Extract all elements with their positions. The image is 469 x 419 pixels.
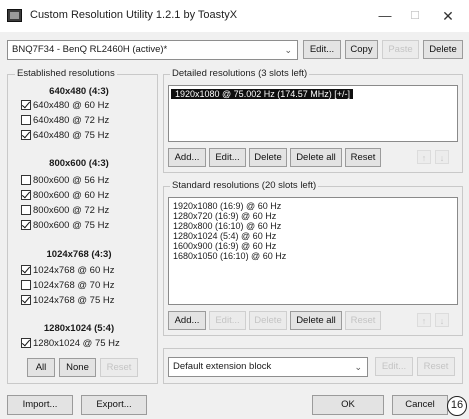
- list-item[interactable]: 1920x1080 @ 75.002 Hz (174.57 MHz) [+/-]: [171, 89, 353, 99]
- window-title: Custom Resolution Utility 1.2.1 by Toast…: [30, 9, 238, 21]
- cancel-button[interactable]: Cancel: [392, 395, 448, 415]
- checkbox-640x480-75[interactable]: 640x480 @ 75 Hz: [21, 129, 109, 141]
- list-item[interactable]: 1280x800 (16:10) @ 60 Hz: [169, 221, 457, 231]
- select-all-button[interactable]: All: [27, 358, 55, 377]
- checkbox-box[interactable]: [21, 190, 31, 200]
- checkbox-box[interactable]: [21, 280, 31, 290]
- close-button[interactable]: ✕: [437, 6, 459, 26]
- section-heading: 640x480 (4:3): [49, 86, 109, 97]
- standard-resolutions-list[interactable]: 1920x1080 (16:9) @ 60 Hz 1280x720 (16:9)…: [168, 197, 458, 305]
- checkbox-1024x768-70[interactable]: 1024x768 @ 70 Hz: [21, 279, 114, 291]
- standard-edit-button[interactable]: Edit...: [209, 311, 246, 330]
- detailed-delete-all-button[interactable]: Delete all: [290, 148, 342, 167]
- list-item[interactable]: 1680x1050 (16:10) @ 60 Hz: [169, 251, 457, 261]
- ok-button[interactable]: OK: [312, 395, 384, 415]
- maximize-button[interactable]: ☐: [404, 6, 426, 26]
- select-none-button[interactable]: None: [59, 358, 96, 377]
- checkbox-640x480-60[interactable]: 640x480 @ 60 Hz: [21, 99, 109, 111]
- checkbox-label: 1024x768 @ 60 Hz: [33, 264, 115, 276]
- checkbox-label: 1024x768 @ 75 Hz: [33, 294, 115, 306]
- copy-button[interactable]: Copy: [345, 40, 378, 59]
- detailed-resolutions-list[interactable]: 1920x1080 @ 75.002 Hz (174.57 MHz) [+/-]: [168, 85, 458, 142]
- standard-reset-button[interactable]: Reset: [345, 311, 381, 330]
- edit-monitor-button[interactable]: Edit...: [303, 40, 341, 59]
- standard-add-button[interactable]: Add...: [168, 311, 206, 330]
- section-heading: 1280x1024 (5:4): [43, 323, 115, 334]
- detailed-reset-button[interactable]: Reset: [345, 148, 381, 167]
- extension-block-value: Default extension block: [173, 361, 272, 372]
- section-heading: 1024x768 (4:3): [46, 249, 112, 260]
- import-button[interactable]: Import...: [7, 395, 73, 415]
- established-group-label: Established resolutions: [15, 68, 117, 79]
- checkbox-box[interactable]: [21, 265, 31, 275]
- checkbox-800x600-60[interactable]: 800x600 @ 60 Hz: [21, 189, 109, 201]
- delete-monitor-button[interactable]: Delete: [423, 40, 463, 59]
- checkbox-label: 640x480 @ 75 Hz: [33, 129, 110, 141]
- list-item[interactable]: 1600x900 (16:9) @ 60 Hz: [169, 241, 457, 251]
- detailed-add-button[interactable]: Add...: [168, 148, 206, 167]
- checkbox-label: 800x600 @ 60 Hz: [33, 189, 110, 201]
- arrow-up-icon[interactable]: ↑: [417, 313, 431, 327]
- checkbox-label: 1024x768 @ 70 Hz: [33, 279, 115, 291]
- extension-edit-button[interactable]: Edit...: [375, 357, 413, 376]
- list-item[interactable]: 1920x1080 (16:9) @ 60 Hz: [169, 201, 457, 211]
- checkbox-box[interactable]: [21, 115, 31, 125]
- checkbox-box[interactable]: [21, 220, 31, 230]
- detailed-delete-button[interactable]: Delete: [249, 148, 287, 167]
- checkbox-label: 1280x1024 @ 75 Hz: [33, 337, 120, 349]
- monitor-select-value: BNQ7F34 - BenQ RL2460H (active)*: [12, 44, 168, 55]
- figure-number-badge: 16: [447, 396, 467, 416]
- checkbox-800x600-72[interactable]: 800x600 @ 72 Hz: [21, 204, 109, 216]
- checkbox-label: 800x600 @ 72 Hz: [33, 204, 110, 216]
- extension-reset-button[interactable]: Reset: [417, 357, 455, 376]
- detailed-group-label: Detailed resolutions (3 slots left): [170, 68, 310, 79]
- checkbox-box[interactable]: [21, 100, 31, 110]
- detailed-edit-button[interactable]: Edit...: [209, 148, 246, 167]
- list-item[interactable]: 1280x720 (16:9) @ 60 Hz: [169, 211, 457, 221]
- chevron-down-icon: ⌄: [284, 45, 292, 55]
- list-item[interactable]: 1280x1024 (5:4) @ 60 Hz: [169, 231, 457, 241]
- export-button[interactable]: Export...: [81, 395, 147, 415]
- checkbox-800x600-56[interactable]: 800x600 @ 56 Hz: [21, 174, 109, 186]
- chevron-down-icon: ⌄: [354, 362, 362, 372]
- checkbox-1024x768-60[interactable]: 1024x768 @ 60 Hz: [21, 264, 114, 276]
- extension-block-select[interactable]: Default extension block ⌄: [168, 357, 368, 377]
- checkbox-box[interactable]: [21, 295, 31, 305]
- paste-button[interactable]: Paste: [382, 40, 419, 59]
- established-reset-button[interactable]: Reset: [100, 358, 138, 377]
- title-bar: Custom Resolution Utility 1.2.1 by Toast…: [0, 0, 469, 32]
- arrow-up-icon[interactable]: ↑: [417, 150, 431, 164]
- checkbox-1024x768-75[interactable]: 1024x768 @ 75 Hz: [21, 294, 114, 306]
- checkbox-box[interactable]: [21, 205, 31, 215]
- checkbox-label: 640x480 @ 60 Hz: [33, 99, 110, 111]
- checkbox-label: 640x480 @ 72 Hz: [33, 114, 110, 126]
- checkbox-label: 800x600 @ 75 Hz: [33, 219, 110, 231]
- standard-group-label: Standard resolutions (20 slots left): [170, 180, 319, 191]
- standard-delete-all-button[interactable]: Delete all: [290, 311, 342, 330]
- checkbox-box[interactable]: [21, 130, 31, 140]
- section-heading: 800x600 (4:3): [49, 158, 109, 169]
- checkbox-640x480-72[interactable]: 640x480 @ 72 Hz: [21, 114, 109, 126]
- arrow-down-icon[interactable]: ↓: [435, 150, 449, 164]
- monitor-select[interactable]: BNQ7F34 - BenQ RL2460H (active)* ⌄: [7, 40, 298, 60]
- minimize-button[interactable]: —: [374, 6, 396, 26]
- checkbox-box[interactable]: [21, 338, 31, 348]
- checkbox-box[interactable]: [21, 175, 31, 185]
- arrow-down-icon[interactable]: ↓: [435, 313, 449, 327]
- checkbox-800x600-75[interactable]: 800x600 @ 75 Hz: [21, 219, 109, 231]
- app-icon: [7, 9, 22, 22]
- checkbox-label: 800x600 @ 56 Hz: [33, 174, 110, 186]
- checkbox-1280x1024-75[interactable]: 1280x1024 @ 75 Hz: [21, 337, 120, 349]
- standard-delete-button[interactable]: Delete: [249, 311, 287, 330]
